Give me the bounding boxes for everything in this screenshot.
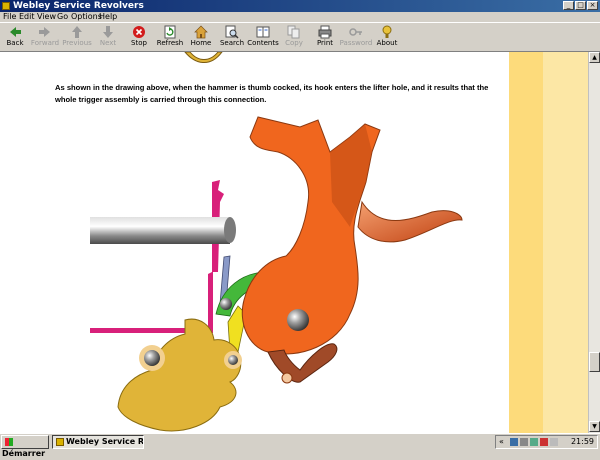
back-arrow-icon <box>10 27 21 37</box>
task-label: Webley Service Revol... <box>66 437 144 446</box>
menu-options[interactable]: Options <box>71 12 102 22</box>
copy-icon <box>287 25 300 39</box>
volume-icon[interactable] <box>550 438 558 446</box>
minimize-button[interactable]: _ <box>563 1 574 10</box>
menu-file[interactable]: File <box>3 12 16 22</box>
barrel-end <box>224 217 236 243</box>
task-app-icon <box>56 438 64 446</box>
mechanism-drawing <box>90 52 463 432</box>
frame-bar <box>90 180 224 333</box>
pawl-pin <box>220 298 232 310</box>
scroll-up-button[interactable]: ▲ <box>589 52 600 63</box>
up-arrow-icon <box>72 26 82 38</box>
lifter-pivot <box>144 350 160 366</box>
device-icon[interactable] <box>520 438 528 446</box>
app-icon <box>2 2 10 10</box>
vertical-scrollbar[interactable]: ▲ ▼ <box>588 52 600 433</box>
menu-go[interactable]: Go <box>57 12 68 22</box>
stop-icon <box>133 26 145 38</box>
forward-label: Forward <box>30 39 60 47</box>
menu-view[interactable]: View <box>37 12 56 22</box>
taskbar-window-button[interactable]: Webley Service Revol... <box>52 435 144 449</box>
shield-icon[interactable] <box>530 438 538 446</box>
decorative-stripe-light <box>543 52 588 433</box>
about-button[interactable]: About <box>369 25 405 51</box>
menu-bar: File Edit View Go Options Help <box>0 12 600 22</box>
maximize-button[interactable]: □ <box>575 1 586 10</box>
forward-arrow-icon <box>39 27 50 37</box>
scroll-thumb[interactable] <box>589 352 600 372</box>
home-icon <box>194 25 208 39</box>
barrel <box>90 217 230 244</box>
title-bar: Webley Service Revolvers _ □ × <box>0 0 600 12</box>
lifter-hole <box>228 355 238 365</box>
refresh-icon <box>164 25 176 39</box>
antivirus-icon[interactable] <box>540 438 548 446</box>
about-icon <box>382 25 392 38</box>
clock: 21:59 <box>570 437 594 446</box>
toolbar: Back Forward Previous Next Stop Refresh … <box>0 22 600 52</box>
lifter <box>117 318 242 432</box>
decorative-stripe-dark <box>509 52 543 433</box>
hook-pin <box>281 372 293 384</box>
contents-icon <box>256 26 270 38</box>
upper-figure-fragment <box>184 52 223 63</box>
search-icon <box>225 25 239 39</box>
about-label: About <box>376 39 398 47</box>
close-button[interactable]: × <box>587 1 598 10</box>
print-icon <box>318 25 332 39</box>
key-icon <box>349 28 362 36</box>
tray-expand-arrow[interactable]: « <box>499 436 504 448</box>
hammer-spur <box>357 200 463 243</box>
hammer-pivot <box>287 309 309 331</box>
down-arrow-icon <box>103 26 113 38</box>
window-title: Webley Service Revolvers <box>13 1 144 11</box>
start-button[interactable]: Démarrer <box>1 435 49 458</box>
content-area: As shown in the drawing above, when the … <box>0 52 588 433</box>
system-tray: « 21:59 <box>495 435 598 449</box>
windows-logo-icon <box>5 438 13 446</box>
scroll-down-button[interactable]: ▼ <box>589 421 600 432</box>
start-label: Démarrer <box>2 449 46 458</box>
taskbar: Démarrer Webley Service Revol... « 21:59 <box>0 433 600 458</box>
menu-help[interactable]: Help <box>99 12 117 22</box>
menu-edit[interactable]: Edit <box>19 12 35 22</box>
network-icon[interactable] <box>510 438 518 446</box>
forward-button[interactable]: Forward <box>27 25 63 51</box>
